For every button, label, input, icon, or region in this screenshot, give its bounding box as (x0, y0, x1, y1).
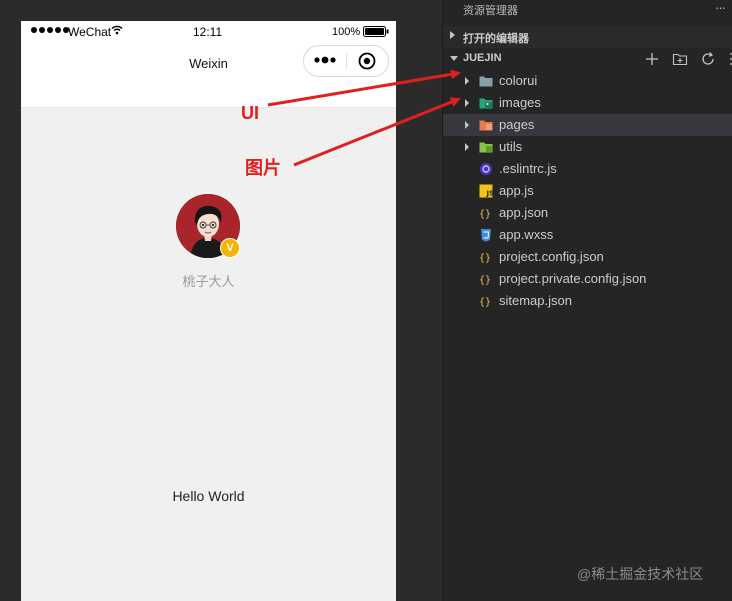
ui-arrow (267, 69, 461, 107)
images-arrow (293, 97, 461, 167)
ui-annotation-label: UI (241, 103, 259, 123)
annotation-arrows (267, 69, 461, 167)
watermark: @稀土掘金技术社区 (577, 566, 704, 582)
images-annotation-label: 图片 (245, 158, 281, 178)
